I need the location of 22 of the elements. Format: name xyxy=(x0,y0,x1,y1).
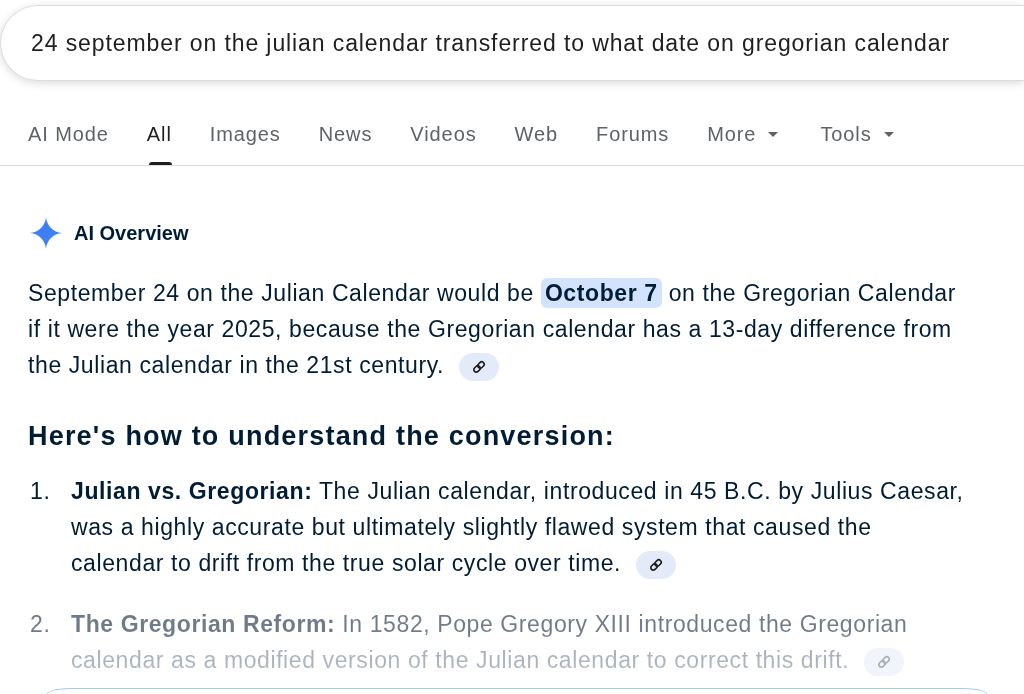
sparkle-icon xyxy=(30,217,62,249)
search-tab[interactable]: Web xyxy=(514,100,559,165)
search-field[interactable]: 24 september on the julian calendar transferred to what date on gregorian calendar xyxy=(0,5,1024,81)
search-tab[interactable]: AI Mode xyxy=(28,100,109,165)
step-number: 2. xyxy=(30,610,52,639)
search-tab[interactable]: Videos xyxy=(410,100,477,165)
link-icon xyxy=(877,654,892,669)
source-link-button[interactable] xyxy=(636,550,677,579)
section-heading: Here's how to understand the conversion: xyxy=(28,420,616,453)
search-tab[interactable]: News xyxy=(318,100,373,165)
search-tab[interactable]: More xyxy=(707,100,779,165)
link-icon xyxy=(649,557,664,572)
search-tab[interactable]: Tools xyxy=(820,100,894,165)
step-number: 1. xyxy=(30,477,52,506)
link-icon xyxy=(472,359,487,374)
search-tab[interactable]: Images xyxy=(209,100,281,165)
search-tab[interactable]: Forums xyxy=(596,100,670,165)
source-link-button[interactable] xyxy=(459,352,500,381)
step-text: Julian vs. Gregorian: The Julian calendar, introduced in 45 B.C. by Julius Caesar, was a highly accurate but ultimately slightly flawed system that caused the calendar to drift from the true solar cycle over time. xyxy=(71,473,968,581)
search-tab[interactable]: All xyxy=(146,100,172,165)
overview-title: AI Overview xyxy=(74,221,189,246)
summary-text: September 24 on the Julian Calendar would be October 7 on the Gregorian Calendar if it were the year 2025, because the Gregorian calendar has a 13-day difference from the Julian calendar in the 21st century. xyxy=(28,275,968,383)
